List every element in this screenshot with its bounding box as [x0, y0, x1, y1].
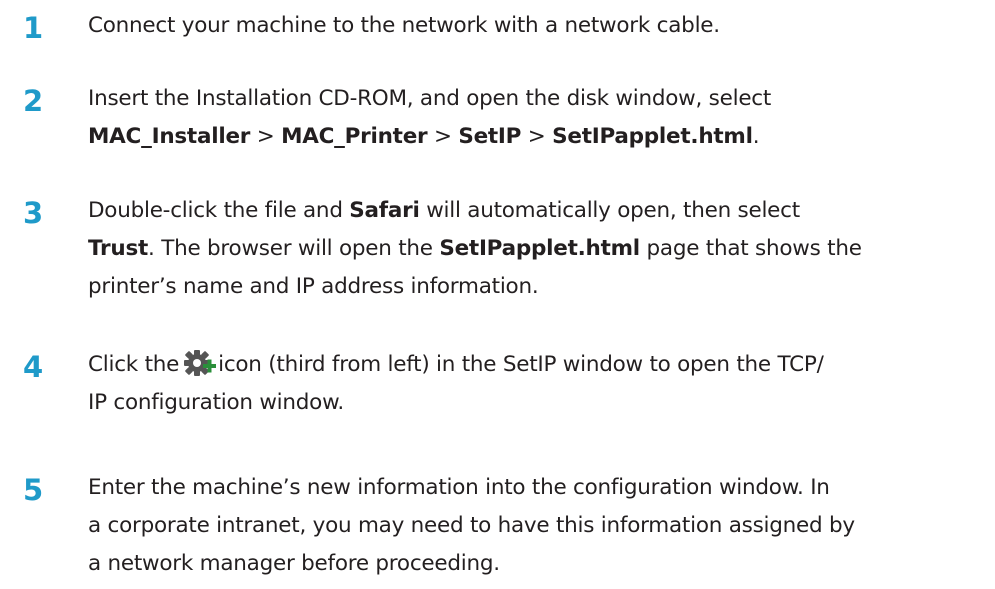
path-separator: > [521, 124, 553, 149]
trust-label: Trust [88, 236, 149, 261]
step-text-run: icon (third from left) in the SetIP wind… [218, 352, 824, 377]
step-number: 3 [23, 196, 44, 230]
step-text-run: a corporate intranet, you may need to ha… [88, 513, 855, 538]
step-text-run: IP configuration window. [88, 390, 345, 415]
path-end-period: . [752, 124, 760, 149]
step-text-run: Connect your machine to the network with… [88, 13, 720, 38]
setipapplet-label: SetIPapplet.html [439, 236, 640, 261]
step-text: Insert the Installation CD-ROM, and open… [88, 80, 968, 156]
gear-plus-icon [181, 349, 217, 377]
step-text-run: page that shows the [639, 236, 862, 261]
path-separator: > [427, 124, 459, 149]
step-text: Connect your machine to the network with… [88, 7, 968, 45]
step-text: Enter the machine’s new information into… [88, 469, 968, 583]
step-line: Trust. The browser will open the SetIPap… [88, 230, 968, 268]
step-text-run: Click the [88, 352, 180, 377]
step-text-run: . The browser will open the [148, 236, 440, 261]
step-line: a network manager before proceeding. [88, 545, 968, 583]
path-segment-mac-installer: MAC_Installer [88, 124, 251, 149]
path-segment-setipapplet: SetIPapplet.html [552, 124, 753, 149]
step-line: Connect your machine to the network with… [88, 7, 968, 45]
step-line: IP configuration window. [88, 384, 968, 422]
step-line: Click the icon (third from left) in the … [88, 346, 968, 384]
step-text-run: Insert the Installation CD-ROM, and open… [88, 86, 772, 111]
step-number: 5 [23, 473, 44, 507]
step-line: Enter the machine’s new information into… [88, 469, 968, 507]
step-text-run: printer’s name and IP address informatio… [88, 274, 539, 299]
step-line: MAC_Installer > MAC_Printer > SetIP > Se… [88, 118, 968, 156]
step-number: 4 [23, 350, 44, 384]
step-text: Click the icon (third from left) in the … [88, 346, 968, 422]
step-text-run: will automatically open, then select [419, 198, 800, 223]
step-text: Double-click the file and Safari will au… [88, 192, 968, 306]
step-line: Double-click the file and Safari will au… [88, 192, 968, 230]
step-number: 2 [23, 84, 44, 118]
step-text-run: Enter the machine’s new information into… [88, 475, 830, 500]
step-text-run: a network manager before proceeding. [88, 551, 500, 576]
path-segment-mac-printer: MAC_Printer [281, 124, 428, 149]
step-line: Insert the Installation CD-ROM, and open… [88, 80, 968, 118]
step-line: a corporate intranet, you may need to ha… [88, 507, 968, 545]
path-separator: > [250, 124, 282, 149]
step-text-run: Double-click the file and [88, 198, 350, 223]
safari-label: Safari [349, 198, 420, 223]
instruction-page: 1 Connect your machine to the network wi… [0, 0, 995, 589]
path-segment-setip: SetIP [458, 124, 522, 149]
step-number: 1 [23, 11, 44, 45]
step-line: printer’s name and IP address informatio… [88, 268, 968, 306]
